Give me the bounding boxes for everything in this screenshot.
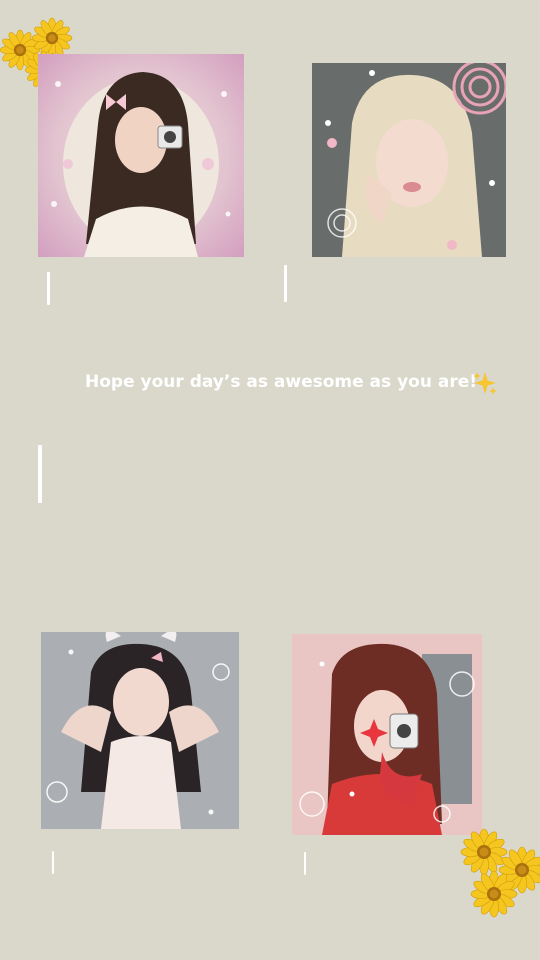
text-cursor [47, 272, 50, 305]
sparkles-emoji-icon [472, 370, 498, 396]
greeting-message: Hope your day’s as awesome as you are! [85, 372, 477, 392]
photo-girl-with-camera-red-frame [292, 634, 482, 835]
text-cursor [38, 445, 42, 503]
text-cursor [284, 265, 287, 302]
text-cursor [52, 851, 54, 874]
photo-girl-with-camera-pink-frame [38, 54, 244, 257]
photo-girl-with-bunny-ears [41, 632, 239, 829]
daisy-sticker-bottom-right [456, 822, 540, 920]
text-cursor [304, 852, 306, 875]
photo-blonde-girl-dark-frame [312, 63, 506, 257]
